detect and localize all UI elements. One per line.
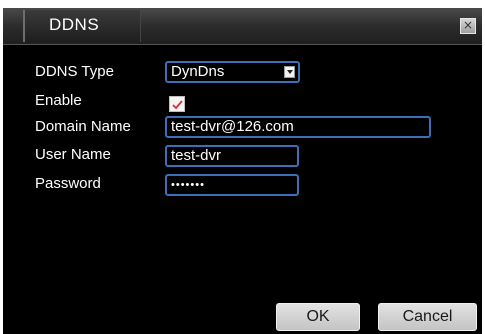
cancel-button[interactable]: Cancel <box>378 303 477 331</box>
enable-checkbox[interactable] <box>169 96 185 112</box>
close-icon: × <box>462 18 474 32</box>
domain-name-label: Domain Name <box>35 118 131 135</box>
user-name-value: test-dvr <box>171 147 222 164</box>
ddns-type-select[interactable]: DynDns <box>165 61 300 83</box>
close-button[interactable]: × <box>460 18 476 34</box>
dialog-titlebar: DDNS × <box>3 8 482 45</box>
user-name-input[interactable]: test-dvr <box>165 145 299 167</box>
screen: DDNS × DDNS Type DynDns Enable Domain Na… <box>0 0 485 334</box>
check-icon <box>172 100 183 110</box>
dialog-title: DDNS <box>49 15 100 34</box>
domain-name-input[interactable]: test-dvr@126.com <box>165 116 431 138</box>
password-input[interactable]: ••••••• <box>165 174 299 196</box>
ddns-dialog: DDNS × DDNS Type DynDns Enable Domain Na… <box>3 8 482 334</box>
ok-button[interactable]: OK <box>276 303 360 331</box>
enable-label: Enable <box>35 92 82 109</box>
chevron-down-icon <box>284 66 295 78</box>
password-label: Password <box>35 175 101 192</box>
password-value: ••••••• <box>171 179 205 191</box>
ddns-type-value: DynDns <box>171 63 225 80</box>
user-name-label: User Name <box>35 146 111 163</box>
domain-name-value: test-dvr@126.com <box>171 118 294 135</box>
ddns-type-label: DDNS Type <box>35 63 114 80</box>
